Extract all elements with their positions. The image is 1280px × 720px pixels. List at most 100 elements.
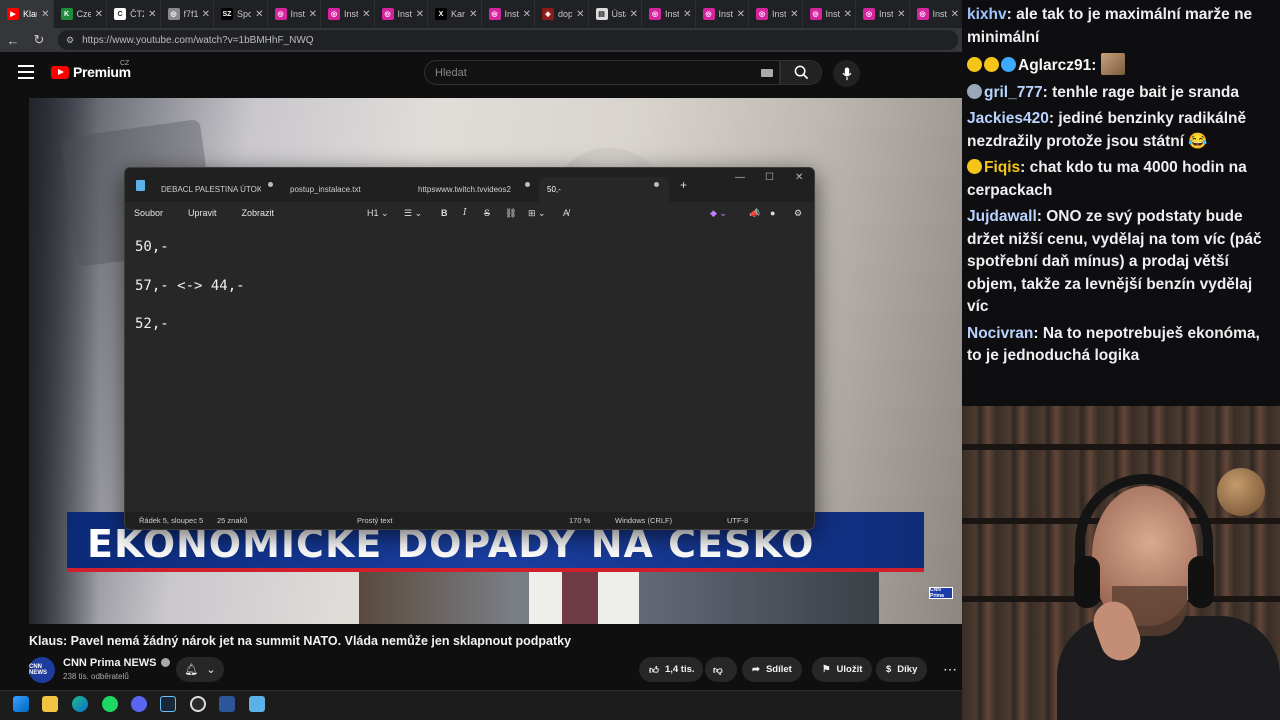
browser-tab[interactable]: ◎ f7f1 ✕: [161, 0, 214, 28]
line-ending[interactable]: Windows (CRLF): [615, 516, 672, 525]
tab-close-icon[interactable]: ✕: [416, 9, 424, 20]
tab-close-icon[interactable]: ✕: [790, 9, 798, 20]
youtube-logo[interactable]: Premium: [51, 64, 131, 80]
save-button[interactable]: ⚑ Uložit: [812, 657, 873, 682]
keyboard-icon[interactable]: [761, 69, 773, 77]
notepad-tab[interactable]: httpswww.twitch.tvvideos2: [418, 177, 518, 202]
chat-username[interactable]: Jackies420: [967, 110, 1049, 127]
menu-view[interactable]: Zobrazit: [242, 208, 275, 218]
tab-close-icon[interactable]: ✕: [469, 9, 477, 20]
browser-tab[interactable]: ◎Insta✕: [642, 0, 696, 28]
browser-tab[interactable]: ◎Insta✕: [482, 0, 535, 28]
encoding[interactable]: UTF-8: [727, 516, 748, 525]
spotify-icon[interactable]: [102, 696, 118, 712]
profile-icon[interactable]: ●: [770, 202, 775, 224]
tab-close-icon[interactable]: ✕: [844, 9, 852, 20]
settings-icon[interactable]: ⚙: [794, 202, 802, 224]
browser-tab[interactable]: ◎Insta✕: [910, 0, 963, 28]
dislike-button[interactable]: 👎︎: [705, 657, 737, 682]
tab-close-icon[interactable]: ✕: [737, 9, 745, 20]
chat-username[interactable]: kixhv: [967, 6, 1007, 23]
thanks-button[interactable]: $ Díky: [876, 657, 928, 682]
tab-close-icon[interactable]: ✕: [576, 9, 584, 20]
hamburger-menu-icon[interactable]: [18, 65, 34, 79]
heading-dropdown[interactable]: H1 ⌄: [367, 202, 389, 224]
notepad-text-area[interactable]: 50,- 57,- <-> 44,- 52,-: [135, 228, 245, 344]
tab-close-icon[interactable]: ✕: [362, 9, 370, 20]
voice-search-button[interactable]: [833, 60, 860, 87]
tab-close-icon[interactable]: ✕: [630, 9, 638, 20]
address-bar[interactable]: ⚙ https://www.youtube.com/watch?v=1bBMHh…: [58, 30, 958, 50]
tab-close-icon[interactable]: ✕: [309, 9, 317, 20]
clear-format-icon[interactable]: A̸: [563, 202, 569, 224]
chat-username[interactable]: Jujdawall: [967, 208, 1037, 225]
new-tab-icon[interactable]: +: [680, 178, 687, 192]
minimize-icon[interactable]: —: [735, 172, 745, 183]
tab-close-icon[interactable]: ✕: [95, 9, 103, 20]
tab-close-icon[interactable]: ✕: [202, 9, 210, 20]
tab-close-icon[interactable]: ✕: [41, 9, 49, 20]
windows-start-icon[interactable]: [13, 696, 29, 712]
chat-username[interactable]: Nocivran: [967, 325, 1033, 342]
share-button[interactable]: ➦ Sdílet: [742, 657, 802, 682]
bold-icon[interactable]: B: [441, 202, 448, 224]
format-indicator[interactable]: Prostý text: [357, 516, 392, 525]
browser-tab[interactable]: SZ Spor ✕: [214, 0, 268, 28]
discord-icon[interactable]: [131, 696, 147, 712]
chat-username[interactable]: Aglarcz91: [1018, 57, 1091, 74]
strikethrough-icon[interactable]: S: [484, 202, 490, 224]
list-icon[interactable]: ☰ ⌄: [404, 202, 422, 224]
tab-close-icon[interactable]: ✕: [951, 9, 959, 20]
browser-tab[interactable]: ◎Insta✕: [856, 0, 910, 28]
browser-tab[interactable]: ◎Insta✕: [321, 0, 375, 28]
word-icon[interactable]: [219, 696, 235, 712]
tab-close-icon[interactable]: ✕: [148, 9, 156, 20]
tab-close-icon[interactable]: ✕: [523, 9, 531, 20]
chat-username[interactable]: Fiqis: [984, 159, 1020, 176]
table-icon[interactable]: ⊞ ⌄: [528, 202, 546, 224]
browser-tab[interactable]: X Kare✕: [428, 0, 482, 28]
browser-tab[interactable]: ◎Insta✕: [696, 0, 749, 28]
browser-tab[interactable]: ◎Insta✕: [375, 0, 428, 28]
copilot-icon[interactable]: ◆ ⌄: [710, 202, 727, 224]
notepad-tab[interactable]: DEBACL PALESTINA ÚTOK.txt: [161, 177, 261, 202]
browser-tab[interactable]: ▶ Klau ✕: [0, 0, 54, 28]
close-icon[interactable]: ✕: [795, 172, 803, 183]
edge-icon[interactable]: [72, 696, 88, 712]
menu-file[interactable]: Soubor: [134, 208, 163, 218]
announcement-icon[interactable]: 📣: [749, 202, 760, 224]
channel-name[interactable]: CNN Prima NEWS: [63, 657, 170, 669]
notepad-window[interactable]: DEBACL PALESTINA ÚTOK.txt postup_instala…: [124, 167, 815, 530]
reload-icon[interactable]: ↻: [26, 32, 52, 48]
site-info-icon[interactable]: ⚙: [66, 35, 74, 46]
back-icon[interactable]: ←: [0, 33, 26, 48]
channel-avatar[interactable]: CNN NEWS: [29, 657, 55, 683]
obs-icon[interactable]: [190, 696, 206, 712]
link-icon[interactable]: ⛓: [505, 202, 516, 224]
italic-icon[interactable]: I: [463, 202, 467, 224]
file-explorer-icon[interactable]: [42, 696, 58, 712]
notifications-button[interactable]: 🔔︎ ⌄: [176, 657, 224, 682]
tab-close-icon[interactable]: ✕: [683, 9, 691, 20]
tab-close-icon[interactable]: ✕: [255, 9, 263, 20]
notepad-taskbar-icon[interactable]: [249, 696, 265, 712]
steam-icon[interactable]: [160, 696, 176, 712]
zoom-level[interactable]: 170 %: [569, 516, 590, 525]
browser-tab[interactable]: ◎Insta✕: [803, 0, 856, 28]
browser-tab[interactable]: KCzec ✕: [54, 0, 107, 28]
browser-tab[interactable]: ◈ dop ✕: [535, 0, 589, 28]
tab-close-icon[interactable]: ✕: [897, 9, 905, 20]
menu-edit[interactable]: Upravit: [188, 208, 217, 218]
more-actions-icon[interactable]: ⋯: [939, 657, 961, 682]
like-button[interactable]: 👍︎ 1,4 tis.: [639, 657, 703, 682]
browser-tab[interactable]: ◎Insta✕: [268, 0, 321, 28]
browser-tab[interactable]: ◎Insta✕: [749, 0, 803, 28]
browser-tab[interactable]: C ČT24 ✕: [107, 0, 161, 28]
notepad-tab[interactable]: postup_instalace.txt: [290, 177, 400, 202]
chat-username[interactable]: gril_777: [984, 84, 1043, 101]
notepad-tab-active[interactable]: 50,-: [539, 177, 669, 202]
browser-tab[interactable]: ▤Ústa ✕: [589, 0, 642, 28]
search-input[interactable]: Hledat: [424, 60, 780, 85]
maximize-icon[interactable]: ☐: [765, 172, 774, 183]
search-button[interactable]: [780, 60, 822, 85]
